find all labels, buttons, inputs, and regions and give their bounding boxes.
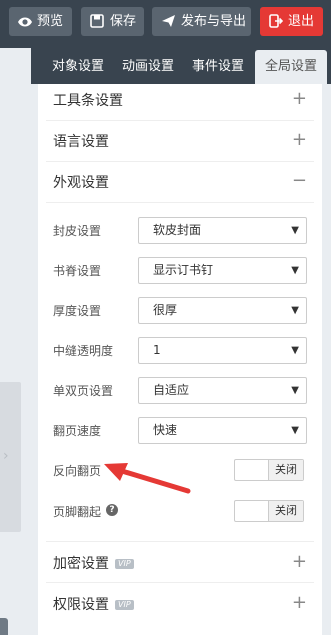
annotation-arrow-icon	[104, 463, 191, 494]
